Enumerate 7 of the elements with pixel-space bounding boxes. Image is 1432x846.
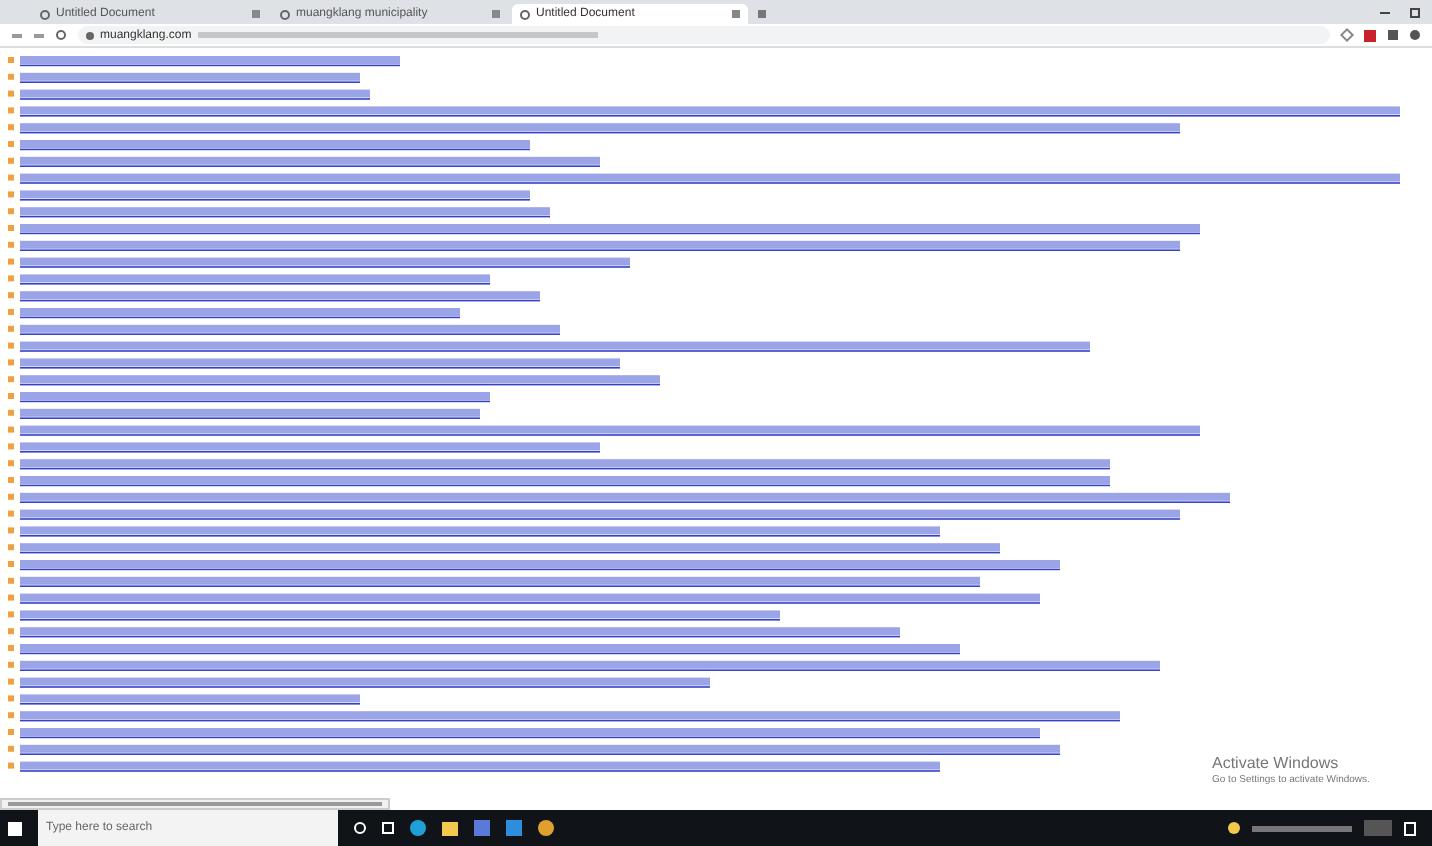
maximize-icon[interactable] (1410, 8, 1420, 18)
globe-icon (280, 9, 290, 19)
clock-drawing (1364, 820, 1392, 836)
globe-icon (40, 9, 50, 19)
globe-icon (520, 9, 530, 19)
tray-icons-drawing (1252, 825, 1352, 831)
watermark-title: Activate Windows (1212, 756, 1341, 772)
